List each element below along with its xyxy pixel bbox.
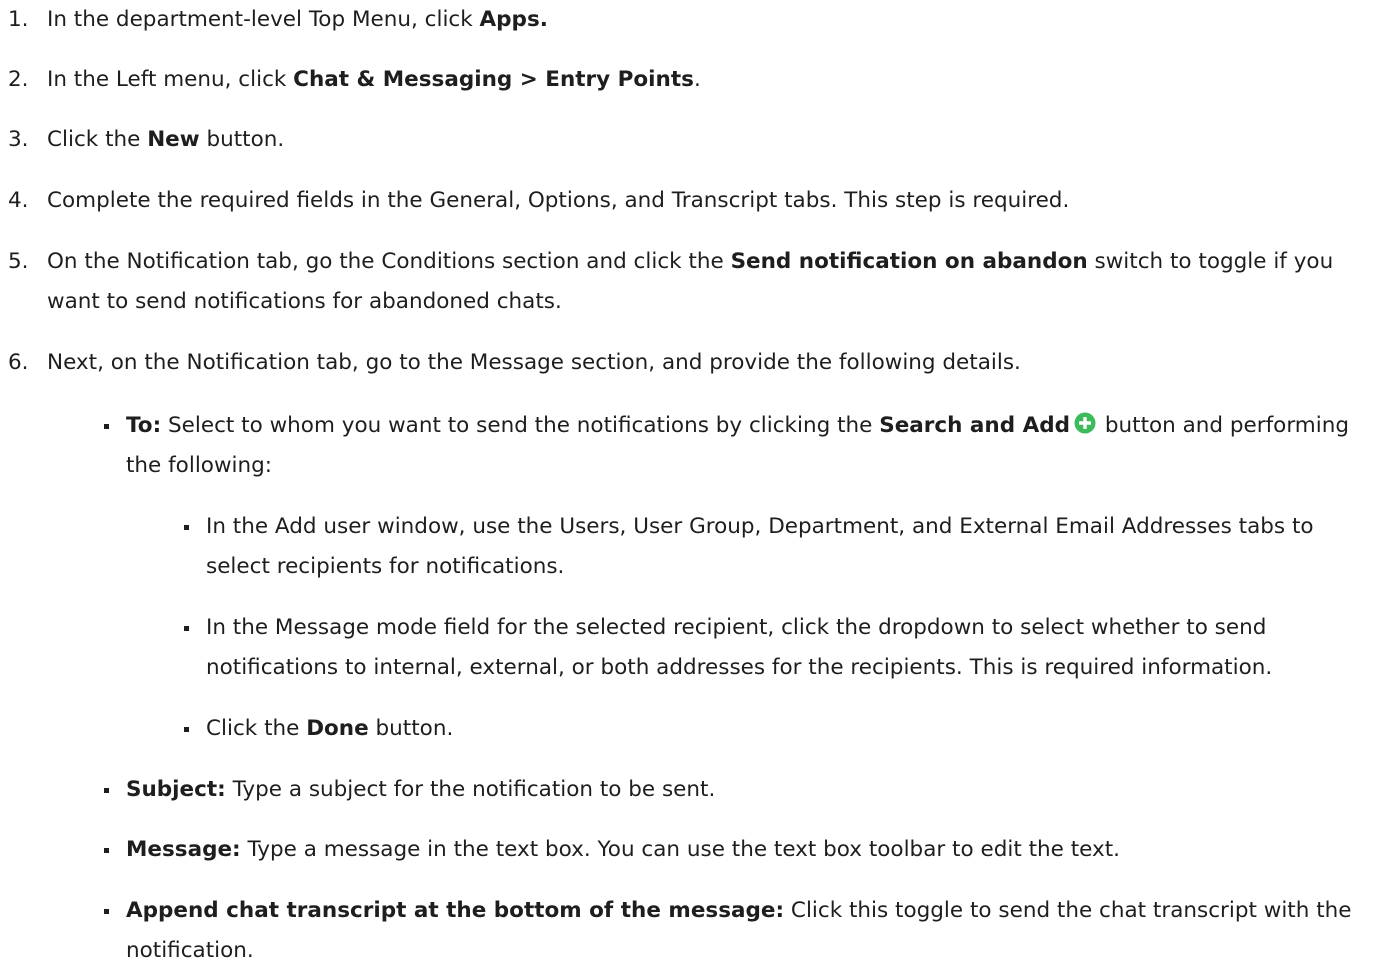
bullet-bold-text: Subject: xyxy=(126,777,226,802)
bullet-bold-text: Message: xyxy=(126,837,241,862)
bullet-bold-text: Search and Add xyxy=(879,413,1071,438)
step-6: 6. Next, on the Notification tab, go to … xyxy=(0,343,1380,383)
step-text-part: On the Notification tab, go the Conditio… xyxy=(47,249,731,274)
sub-bullet-add-user: In the Add user window, use the Users, U… xyxy=(184,507,1379,587)
bullet-append-transcript: Append chat transcript at the bottom of … xyxy=(104,891,1374,971)
bullet-text-part: Type a message in the text box. You can … xyxy=(240,837,1120,862)
step-text-part: button. xyxy=(199,127,285,152)
step-text: In the Left menu, click Chat & Messaging… xyxy=(47,60,1380,100)
bullet-text: Append chat transcript at the bottom of … xyxy=(126,891,1374,971)
bullet-marker xyxy=(184,727,189,732)
step-1: 1. In the department-level Top Menu, cli… xyxy=(0,0,1380,40)
bullet-bold-text: Done xyxy=(306,716,369,741)
step-number: 5. xyxy=(8,249,29,274)
step-2: 2. In the Left menu, click Chat & Messag… xyxy=(0,60,1380,100)
step-text: On the Notification tab, go the Conditio… xyxy=(47,242,1380,322)
step-text-part: In the department-level Top Menu, click xyxy=(47,7,480,32)
bullet-text: To: Select to whom you want to send the … xyxy=(126,406,1374,486)
step-number: 3. xyxy=(8,127,29,152)
bullet-to: To: Select to whom you want to send the … xyxy=(104,406,1374,486)
bullet-text-part: Select to whom you want to send the noti… xyxy=(161,413,880,438)
bullet-text: Subject: Type a subject for the notifica… xyxy=(126,770,1374,810)
bullet-message: Message: Type a message in the text box.… xyxy=(104,830,1374,870)
bullet-text: In the Add user window, use the Users, U… xyxy=(206,514,1314,579)
bullet-text-part: button. xyxy=(368,716,454,741)
step-text-part: . xyxy=(693,67,701,92)
bullet-marker xyxy=(184,525,189,530)
step-text: In the department-level Top Menu, click … xyxy=(47,0,1380,40)
step-text: Complete the required fields in the Gene… xyxy=(47,188,1070,213)
bullet-text-part: Type a subject for the notification to b… xyxy=(225,777,716,802)
step-number: 1. xyxy=(8,7,29,32)
bullet-bold-text: To: xyxy=(126,413,162,438)
step-text: Next, on the Notification tab, go to the… xyxy=(47,350,1021,375)
bullet-marker xyxy=(104,424,109,429)
step-bold-text: Apps. xyxy=(479,7,548,32)
step-text-part: In the Left menu, click xyxy=(47,67,294,92)
bullet-marker xyxy=(104,848,109,853)
step-bold-text: Chat & Messaging > Entry Points xyxy=(293,67,694,92)
bullet-text: In the Message mode field for the select… xyxy=(206,615,1273,680)
bullet-marker xyxy=(104,909,109,914)
sub-bullet-message-mode: In the Message mode field for the select… xyxy=(184,608,1379,688)
bullet-text: Message: Type a message in the text box.… xyxy=(126,830,1374,870)
step-number: 2. xyxy=(8,67,29,92)
step-bold-text: New xyxy=(147,127,200,152)
bullet-bold-text: Append chat transcript at the bottom of … xyxy=(126,898,785,923)
step-number: 6. xyxy=(8,350,29,375)
plus-circle-icon xyxy=(1074,412,1096,434)
bullet-text: Click the Done button. xyxy=(206,709,1379,749)
bullet-text-part: Click the xyxy=(206,716,307,741)
bullet-subject: Subject: Type a subject for the notifica… xyxy=(104,770,1374,810)
step-bold-text: Send notification on abandon xyxy=(730,249,1088,274)
step-4: 4. Complete the required fields in the G… xyxy=(0,181,1380,221)
step-number: 4. xyxy=(8,188,29,213)
bullet-marker xyxy=(184,626,189,631)
step-3: 3. Click the New button. xyxy=(0,120,1380,160)
sub-bullet-done: Click the Done button. xyxy=(184,709,1379,749)
step-text: Click the New button. xyxy=(47,120,1380,160)
step-text-part: Click the xyxy=(47,127,148,152)
bullet-marker xyxy=(104,788,109,793)
step-5: 5. On the Notification tab, go the Condi… xyxy=(0,242,1380,322)
